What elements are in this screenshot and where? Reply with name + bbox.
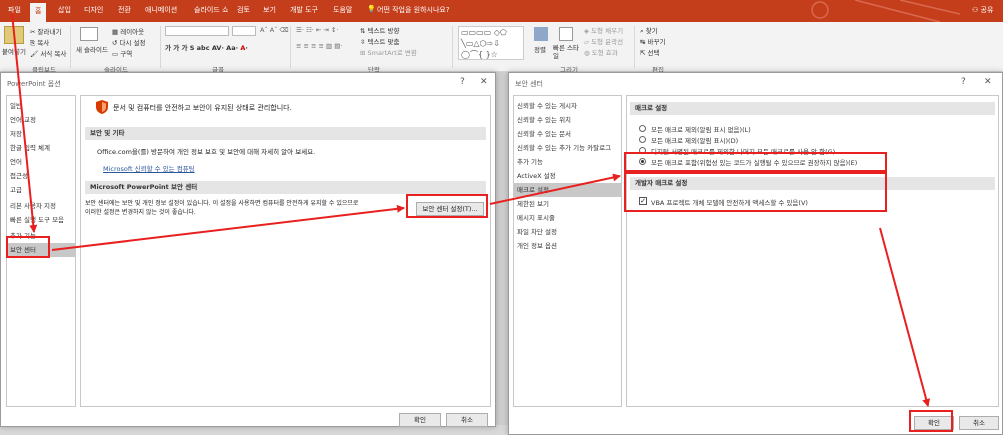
arrow-to-macro-settings: [489, 173, 621, 205]
arrow-to-settings-button: [51, 204, 405, 251]
arrow-file-to-trust-center: [11, 12, 38, 233]
annotation-arrows: [11, 12, 931, 407]
arrow-to-ok-button: [879, 227, 931, 407]
